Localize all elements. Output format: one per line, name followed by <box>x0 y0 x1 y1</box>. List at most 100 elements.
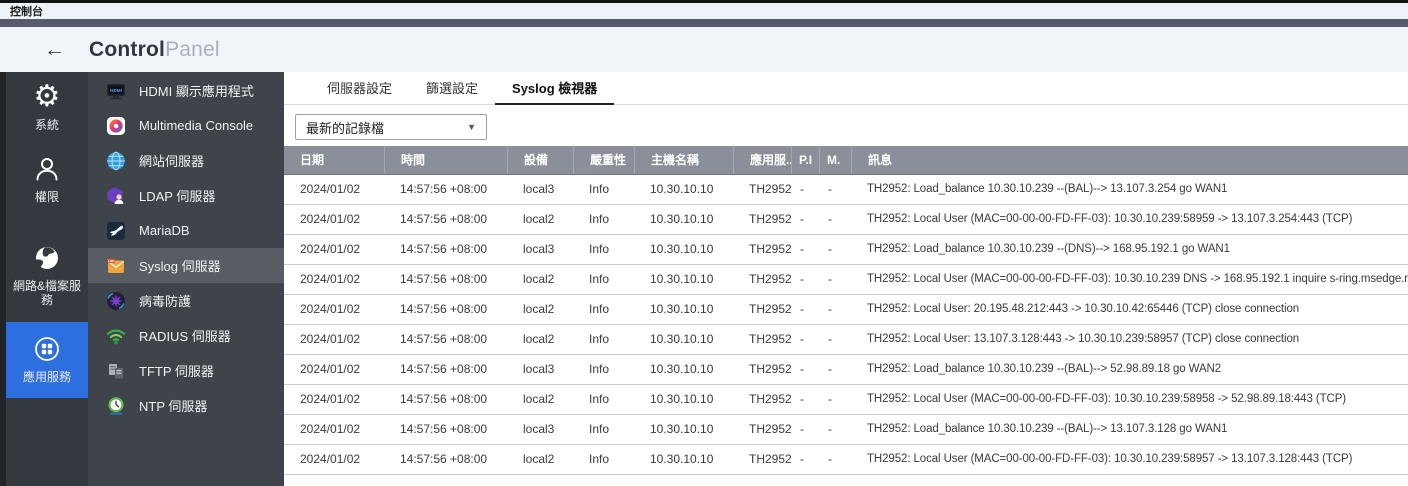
cell-host: 10.30.10.10 <box>650 242 714 256</box>
table-row[interactable]: 2024/01/02 14:57:56 +08:00 local2 Info 10.30… <box>284 205 1408 235</box>
cell-date: 2024/01/02 <box>300 422 361 436</box>
cell-m: - <box>828 392 832 406</box>
cell-pi: - <box>800 212 804 226</box>
cell-date: 2024/01/02 <box>300 332 361 346</box>
svg-text:HDMI: HDMI <box>110 88 122 93</box>
cell-severity: Info <box>589 182 610 196</box>
table-row[interactable]: 2024/01/02 14:57:56 +08:00 local2 Info 10.30… <box>284 295 1408 325</box>
app-item-ntp-server[interactable]: NTP 伺服器 <box>88 388 284 423</box>
log-file-select[interactable]: 最新的記錄檔 ▼ <box>295 114 487 140</box>
column-header-hostname[interactable]: 主機名稱 <box>634 146 733 174</box>
cell-severity: Info <box>589 212 610 226</box>
cell-date: 2024/01/02 <box>300 452 361 466</box>
tab-syslog-viewer[interactable]: Syslog 檢視器 <box>495 72 615 105</box>
column-header-severity[interactable]: 嚴重性 <box>573 146 634 174</box>
cell-severity: Info <box>589 302 610 316</box>
app-item-label: MariaDB <box>139 223 190 238</box>
cell-severity: Info <box>589 452 610 466</box>
column-header-m[interactable]: M. <box>819 146 851 174</box>
cell-host: 10.30.10.10 <box>650 452 714 466</box>
table-row[interactable]: 2024/01/02 14:57:56 +08:00 local2 Info 10.30… <box>284 325 1408 355</box>
cell-m: - <box>828 302 832 316</box>
cell-time: 14:57:56 +08:00 <box>400 452 488 466</box>
toolbar: 最新的記錄檔 ▼ <box>284 105 1408 146</box>
mariadb-icon <box>106 221 126 241</box>
table-row[interactable]: 2024/01/02 14:57:56 +08:00 local2 Info 10.30… <box>284 385 1408 415</box>
nav-item-label: 系統 <box>34 118 59 132</box>
cell-time: 14:57:56 +08:00 <box>400 182 488 196</box>
globe-icon <box>32 243 62 273</box>
cell-app: TH2952 <box>749 272 791 286</box>
app-item-radius-server[interactable]: RADIUS 伺服器 <box>88 318 284 353</box>
cell-m: - <box>828 182 832 196</box>
cell-app: TH2952 <box>749 332 791 346</box>
cell-pi: - <box>800 452 804 466</box>
table-row[interactable]: 2024/01/02 14:57:56 +08:00 local3 Info 10.30… <box>284 415 1408 445</box>
tab-filter-settings[interactable]: 篩選設定 <box>409 72 495 105</box>
cell-facility: local2 <box>523 212 555 226</box>
svg-text:LOG: LOG <box>108 259 115 263</box>
cell-facility: local3 <box>523 362 555 376</box>
ldap-icon <box>106 186 126 206</box>
app-item-ldap-server[interactable]: LDAP 伺服器 <box>88 178 284 213</box>
tftp-icon <box>106 361 126 381</box>
app-item-multimedia-console[interactable]: Multimedia Console <box>88 108 284 143</box>
page-title-bold: Control <box>89 37 166 61</box>
cell-m: - <box>828 362 832 376</box>
nav-item-network-file-services[interactable]: 網路&檔案服務 <box>6 243 88 308</box>
app-item-label: Multimedia Console <box>139 118 254 133</box>
cell-message: TH2952: Local User: 20.195.48.212:443 ->… <box>867 303 1300 315</box>
cell-time: 14:57:56 +08:00 <box>400 332 488 346</box>
column-header-application[interactable]: 應用服.. <box>733 146 791 174</box>
table-row[interactable]: 2024/01/02 14:57:56 +08:00 local3 Info 10.30… <box>284 175 1408 205</box>
table-row[interactable]: 2024/01/02 14:57:56 +08:00 local2 Info 10.30… <box>284 445 1408 475</box>
tab-server-settings[interactable]: 伺服器設定 <box>310 72 409 105</box>
nav-item-system[interactable]: ⚙ 系統 <box>6 72 88 133</box>
nav-item-privilege[interactable]: 權限 <box>6 154 88 204</box>
cell-time: 14:57:56 +08:00 <box>400 392 488 406</box>
cell-m: - <box>828 212 832 226</box>
cell-app: TH2952 <box>749 302 791 316</box>
column-header-date[interactable]: 日期 <box>284 146 384 174</box>
cell-time: 14:57:56 +08:00 <box>400 212 488 226</box>
app-item-label: TFTP 伺服器 <box>139 364 214 379</box>
cell-facility: local2 <box>523 272 555 286</box>
app-item-mariadb[interactable]: MariaDB <box>88 213 284 248</box>
cell-message: TH2952: Load_balance 10.30.10.239 --(BAL… <box>867 423 1228 435</box>
column-header-facility[interactable]: 設備 <box>507 146 573 174</box>
cell-message: TH2952: Local User (MAC=00-00-00-FD-FF-0… <box>867 213 1353 225</box>
cell-pi: - <box>800 422 804 436</box>
cell-date: 2024/01/02 <box>300 212 361 226</box>
cell-m: - <box>828 332 832 346</box>
column-header-pi[interactable]: P.I <box>791 146 819 174</box>
table-row[interactable]: 2024/01/02 14:57:56 +08:00 local2 Info 10.30… <box>284 265 1408 295</box>
hdmi-icon: HDMI <box>106 81 126 101</box>
cell-message: TH2952: Local User: 13.107.3.128:443 -> … <box>867 333 1300 345</box>
app-item-label: LDAP 伺服器 <box>139 189 216 204</box>
cell-severity: Info <box>589 392 610 406</box>
nav-item-label: 網路&檔案服務 <box>12 278 81 308</box>
back-arrow-icon[interactable]: ← <box>44 38 65 62</box>
radius-icon <box>106 326 126 346</box>
syslog-icon: LOG <box>106 256 126 276</box>
column-header-time[interactable]: 時間 <box>384 146 507 174</box>
table-row[interactable]: 2024/01/02 14:57:56 +08:00 local3 Info 10.30… <box>284 235 1408 265</box>
nav-item-applications[interactable]: 應用服務 <box>6 321 88 398</box>
column-header-message[interactable]: 訊息 <box>851 146 1408 174</box>
cell-severity: Info <box>589 422 610 436</box>
app-item-tftp-server[interactable]: TFTP 伺服器 <box>88 353 284 388</box>
app-item-syslog-server[interactable]: LOG Syslog 伺服器 <box>88 248 284 283</box>
app-header: ← ControlPanel <box>0 27 1408 72</box>
table-row[interactable]: 2024/01/02 14:57:56 +08:00 local3 Info 10.30… <box>284 355 1408 385</box>
cell-host: 10.30.10.10 <box>650 422 714 436</box>
cell-app: TH2952 <box>749 212 791 226</box>
nav-item-label: 權限 <box>34 190 59 205</box>
app-item-hdmi-display[interactable]: HDMI HDMI 顯示應用程式 <box>88 73 284 108</box>
cell-message: TH2952: Load_balance 10.30.10.239 --(DNS… <box>867 243 1230 255</box>
table-body: 2024/01/02 14:57:56 +08:00 local3 Info 10.30… <box>284 175 1408 475</box>
nav-item-label: 應用服務 <box>22 369 71 384</box>
cell-pi: - <box>800 362 804 376</box>
app-item-web-server[interactable]: 網站伺服器 <box>88 143 284 178</box>
window-titlebar: 控制台 <box>0 3 1408 19</box>
app-item-antivirus[interactable]: 病毒防護 <box>88 283 284 318</box>
